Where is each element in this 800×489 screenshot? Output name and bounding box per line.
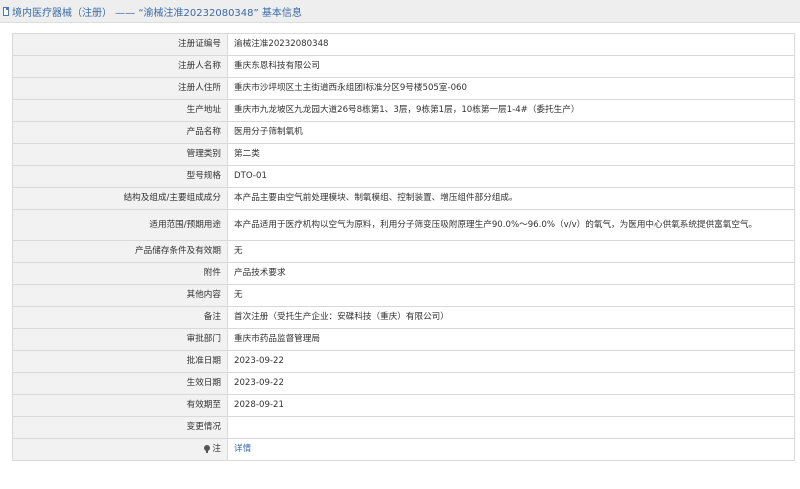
row-value: 第二类 [227,143,795,166]
row-value: 渝械注准20232080348 [227,33,795,56]
document-icon [3,6,9,16]
row-label: 注册证编号 [12,33,228,56]
row-value: 重庆市九龙坡区九龙园大道26号8栋第1、3层，9栋第1层，10栋第一层1-4#（… [227,99,795,122]
table-row: 生产地址 重庆市九龙坡区九龙园大道26号8栋第1、3层，9栋第1层，10栋第一层1… [12,99,795,122]
row-value: 重庆市沙坪坝区土主街道西永组团I标准分区9号楼505室-060 [227,77,795,100]
row-value: DTO-01 [227,165,795,188]
table-row: 变更情况 [12,416,795,439]
row-label: 生效日期 [12,372,228,395]
row-label: 注册人住所 [12,77,228,100]
table-row: 注册人名称 重庆东恩科技有限公司 [12,55,795,78]
table-row: 批准日期 2023-09-22 [12,350,795,373]
pin-icon [204,445,211,453]
row-label: 备注 [12,306,228,329]
details-link[interactable]: 详情 [234,444,251,454]
title-bar: 境内医疗器械（注册） —— “渝械注准20232080348” 基本信息 [0,0,800,23]
row-value: 无 [227,240,795,263]
row-label: 结构及组成/主要组成成分 [12,187,228,210]
row-value: 无 [227,284,795,307]
row-label: 审批部门 [12,328,228,351]
row-label: 生产地址 [12,99,228,122]
table-row-note: 注 详情 [12,438,795,461]
info-table: 注册证编号 渝械注准20232080348 注册人名称 重庆东恩科技有限公司 注册人住所… [12,33,795,461]
row-label: 附件 [12,262,228,285]
row-label: 有效期至 [12,394,228,417]
table-row: 适用范围/预期用途 本产品适用于医疗机构以空气为原料，利用分子筛变压吸附原理生产9… [12,209,795,241]
table-row: 其他内容无 [12,284,795,307]
row-value: 2023-09-22 [227,372,795,395]
row-value: 首次注册（受托生产企业：安碟科技（重庆）有限公司） [227,306,795,329]
table-row: 注册人住所 重庆市沙坪坝区土主街道西永组团I标准分区9号楼505室-060 [12,77,795,100]
row-label: 其他内容 [12,284,228,307]
row-label: 注 [212,444,221,454]
row-value: 重庆东恩科技有限公司 [227,55,795,78]
note-label-cell: 注 [12,438,228,461]
row-value: 本产品适用于医疗机构以空气为原料，利用分子筛变压吸附原理生产90.0%～96.0… [227,209,795,241]
table-row: 产品储存条件及有效期无 [12,240,795,263]
page-title: 境内医疗器械（注册） —— “渝械注准20232080348” 基本信息 [12,7,302,19]
row-label: 产品储存条件及有效期 [12,240,228,263]
row-label: 批准日期 [12,350,228,373]
row-value: 2023-09-22 [227,350,795,373]
table-row: 产品名称 医用分子筛制氧机 [12,121,795,144]
row-value: 2028-09-21 [227,394,795,417]
table-row: 附件 产品技术要求 [12,262,795,285]
row-value: 重庆市药品监督管理局 [227,328,795,351]
row-value [227,416,795,439]
row-value: 本产品主要由空气前处理模块、制氧模组、控制装置、增压组件部分组成。 [227,187,795,210]
row-label: 变更情况 [12,416,228,439]
row-label: 适用范围/预期用途 [12,209,228,241]
row-value: 医用分子筛制氧机 [227,121,795,144]
row-label: 注册人名称 [12,55,228,78]
table-row: 型号规格 DTO-01 [12,165,795,188]
row-label: 型号规格 [12,165,228,188]
table-row: 生效日期 2023-09-22 [12,372,795,395]
table-row: 管理类别 第二类 [12,143,795,166]
table-row: 审批部门 重庆市药品监督管理局 [12,328,795,351]
row-label: 管理类别 [12,143,228,166]
note-value-cell: 详情 [227,438,795,461]
table-row: 注册证编号 渝械注准20232080348 [12,33,795,56]
row-value: 产品技术要求 [227,262,795,285]
row-label: 产品名称 [12,121,228,144]
table-row: 有效期至 2028-09-21 [12,394,795,417]
table-row: 备注 首次注册（受托生产企业：安碟科技（重庆）有限公司） [12,306,795,329]
table-row: 结构及组成/主要组成成分 本产品主要由空气前处理模块、制氧模组、控制装置、增压组件… [12,187,795,210]
